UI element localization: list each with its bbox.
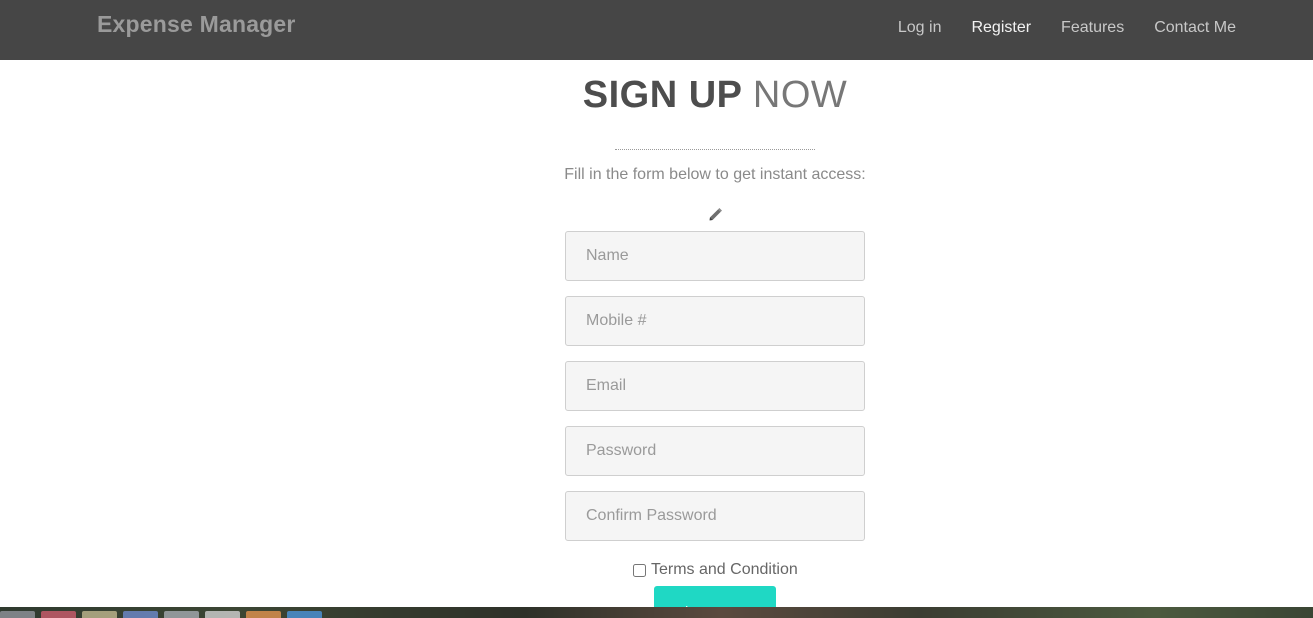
title-divider [615,149,815,150]
confirm-password-input[interactable] [565,491,865,541]
brand-logo[interactable]: Expense Manager [97,11,296,38]
terms-checkbox[interactable] [633,563,646,577]
page-title: SIGN UP NOW [0,74,1313,117]
title-bold: SIGN UP [582,74,742,116]
mobile-input[interactable] [565,296,865,346]
title-light: NOW [752,74,848,116]
taskbar-app-icon[interactable] [164,611,199,618]
nav-link-features[interactable]: Features [1061,19,1124,37]
terms-label: Terms and Condition [651,561,798,578]
taskbar-app-icon[interactable] [205,611,240,618]
taskbar-app-icon[interactable] [287,611,322,618]
terms-row[interactable]: Terms and Condition [633,561,798,579]
taskbar-app-icon[interactable] [82,611,117,618]
taskbar-app-icon[interactable] [0,611,35,618]
taskbar-app-icon[interactable] [41,611,76,618]
pencil-icon [709,208,722,221]
taskbar-dock [0,611,322,618]
password-input[interactable] [565,426,865,476]
nav-link-register[interactable]: Register [971,19,1031,37]
form-subtitle: Fill in the form below to get instant ac… [564,166,866,183]
nav-links: Log in Register Features Contact Me [898,19,1236,37]
navbar: Expense Manager Log in Register Features… [0,0,1313,60]
email-input[interactable] [565,361,865,411]
name-input[interactable] [565,231,865,281]
taskbar-app-icon[interactable] [123,611,158,618]
nav-link-log-in[interactable]: Log in [898,19,942,37]
nav-link-contact-me[interactable]: Contact Me [1154,19,1236,37]
taskbar-app-icon[interactable] [246,611,281,618]
